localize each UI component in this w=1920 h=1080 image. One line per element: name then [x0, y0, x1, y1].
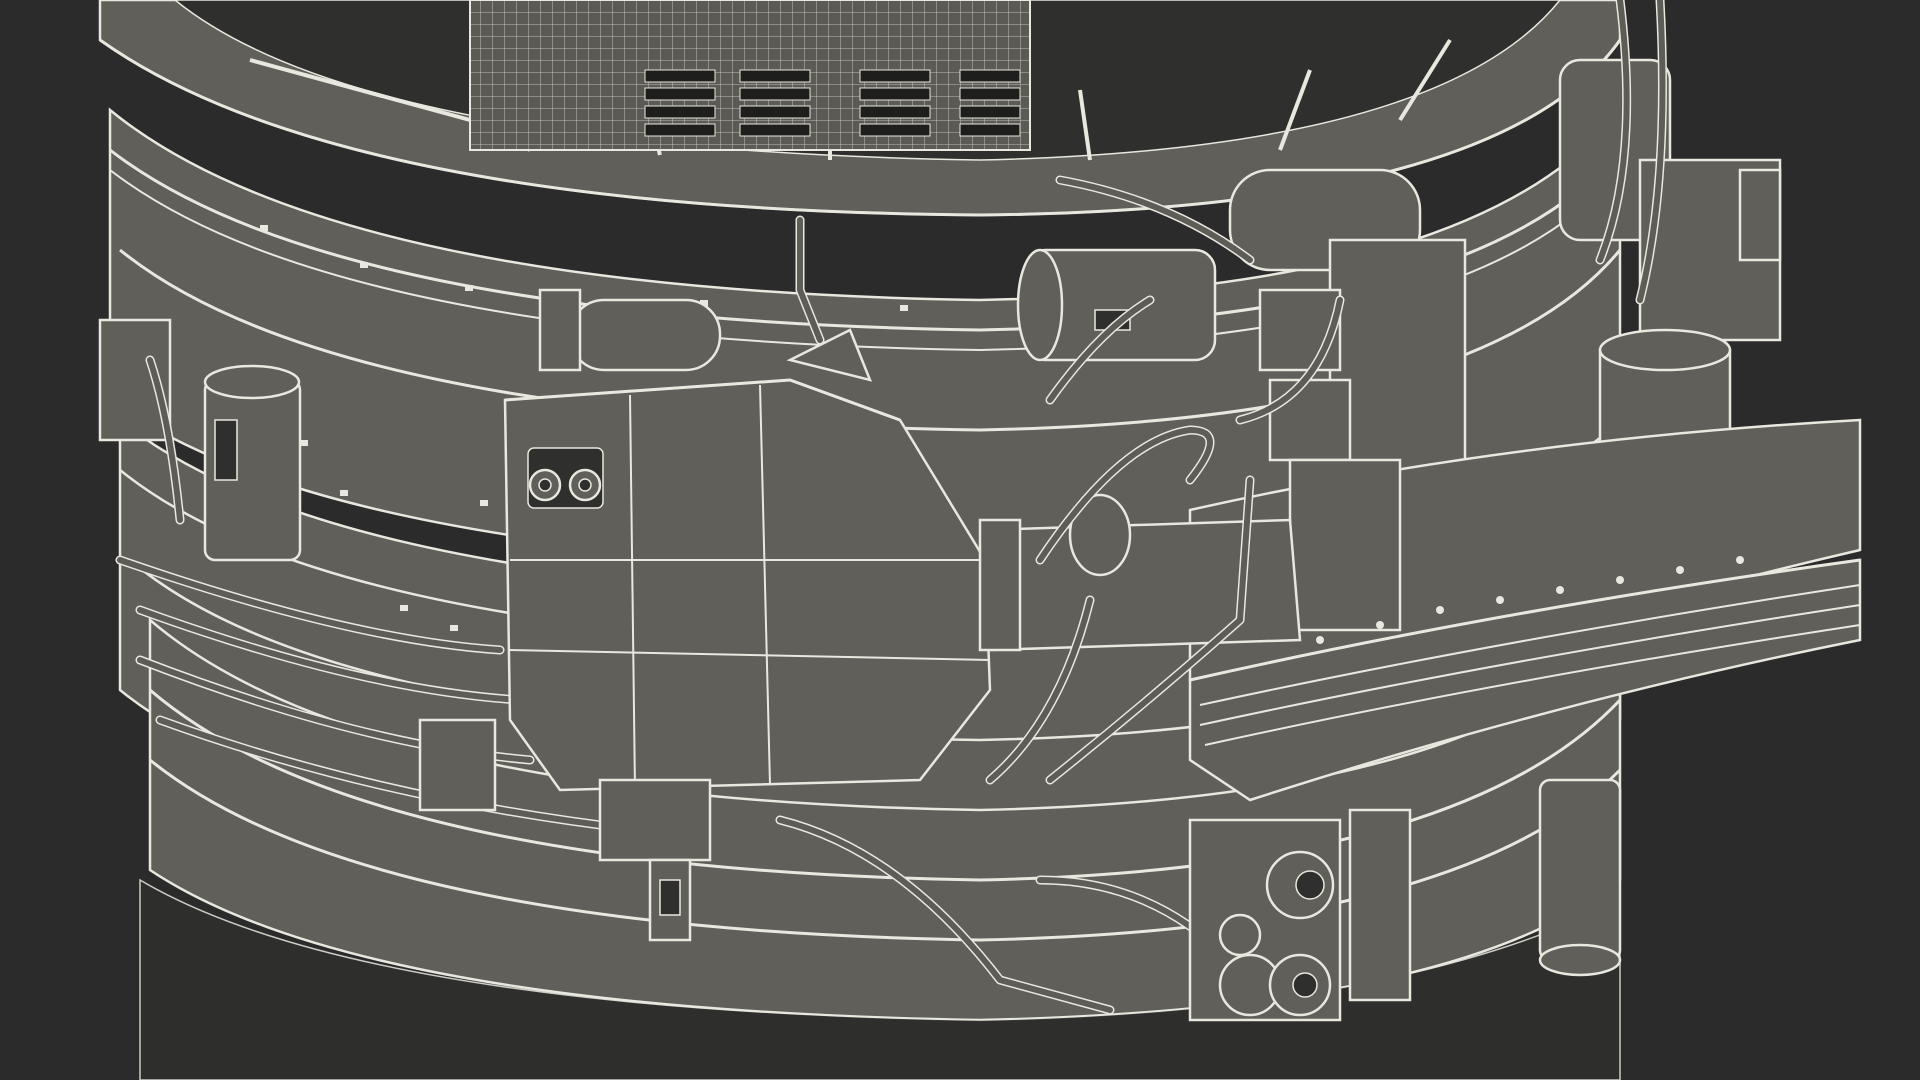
wireframe-machinery-render-icon — [0, 0, 1920, 1080]
vent-grille — [469, 0, 1031, 151]
render-viewport — [0, 0, 1920, 1080]
